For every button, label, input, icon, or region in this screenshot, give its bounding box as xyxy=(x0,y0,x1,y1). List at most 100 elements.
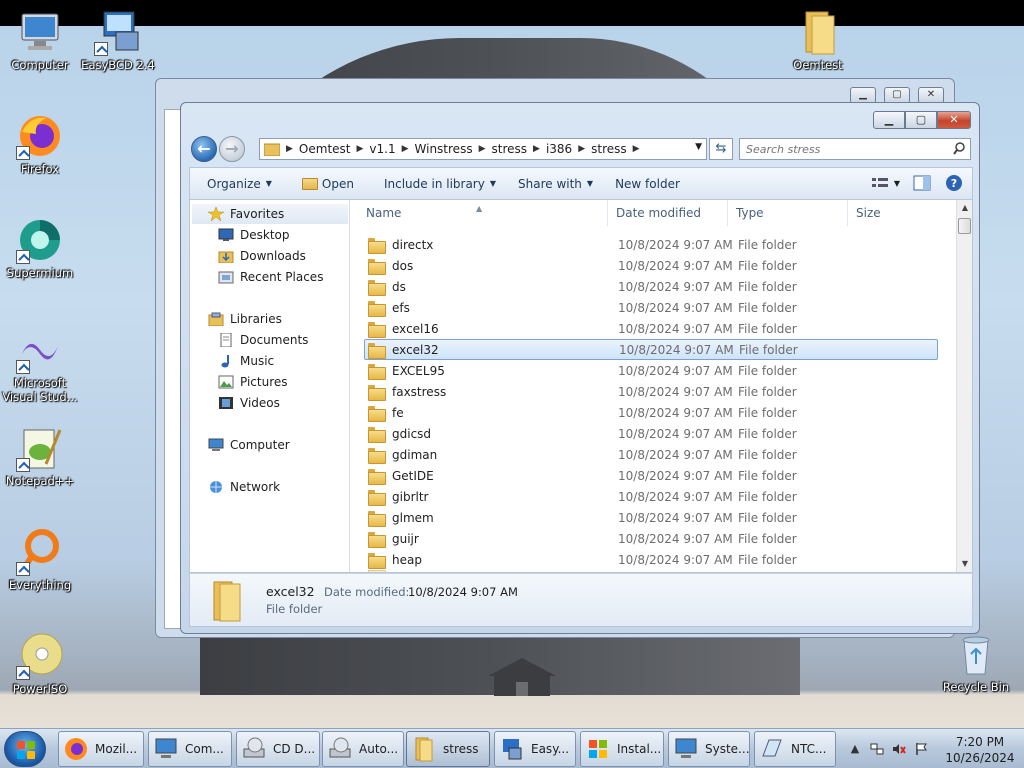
include-in-library-button[interactable]: Include in library ▼ xyxy=(375,169,505,199)
file-name: glmem xyxy=(392,510,434,525)
file-row[interactable]: glmem 10/8/2024 9:07 AM File folder xyxy=(352,507,956,528)
column-name[interactable]: Name ▲ xyxy=(352,200,608,226)
file-row[interactable]: ds 10/8/2024 9:07 AM File folder xyxy=(352,276,956,297)
file-row[interactable]: gibrltr 10/8/2024 9:07 AM File folder xyxy=(352,486,956,507)
file-type: File folder xyxy=(738,321,797,336)
show-hidden-icons-icon[interactable]: ▲ xyxy=(848,742,862,756)
column-type[interactable]: Type xyxy=(728,200,848,226)
breadcrumb-separator-icon[interactable]: ▶ xyxy=(402,144,409,154)
vertical-scrollbar[interactable]: ▲ ▼ xyxy=(956,200,972,572)
windows-start-icon[interactable] xyxy=(4,731,46,767)
taskbar-computer[interactable]: Com... xyxy=(148,731,232,767)
breadcrumb-oemtest[interactable]: Oemtest xyxy=(299,142,351,156)
taskbar-ntc[interactable]: NTC... xyxy=(754,731,836,767)
action-center-flag-icon[interactable] xyxy=(914,742,928,756)
taskbar-easybcd[interactable]: Easy... xyxy=(494,731,576,767)
taskbar-system[interactable]: Syste... xyxy=(668,731,750,767)
new-folder-button[interactable]: New folder xyxy=(606,169,689,199)
file-row[interactable]: efs 10/8/2024 9:07 AM File folder xyxy=(352,297,956,318)
breadcrumb-separator-icon[interactable]: ▶ xyxy=(578,144,585,154)
column-size[interactable]: Size xyxy=(848,200,928,226)
network-tray-icon[interactable] xyxy=(870,742,884,756)
desktop-icon-supermium[interactable]: Supermium xyxy=(0,216,80,280)
view-dropdown-icon[interactable]: ▼ xyxy=(894,179,900,188)
open-button[interactable]: Open xyxy=(293,169,363,199)
help-icon[interactable]: ? xyxy=(944,173,964,193)
nav-pictures[interactable]: Pictures xyxy=(218,372,288,392)
breadcrumb-v1-1[interactable]: v1.1 xyxy=(369,142,395,156)
file-row-selected[interactable]: excel32 10/8/2024 9:07 AM File folder xyxy=(364,339,938,360)
refresh-button[interactable]: ⇆ xyxy=(709,138,733,160)
desktop-icon-oemtest[interactable]: Oemtest xyxy=(778,8,858,72)
breadcrumb-winstress[interactable]: Winstress xyxy=(415,142,473,156)
nav-desktop[interactable]: Desktop xyxy=(218,225,290,245)
minimize-button[interactable]: ▁ xyxy=(873,111,905,129)
breadcrumb-separator-icon[interactable]: ▶ xyxy=(479,144,486,154)
preview-pane-icon[interactable] xyxy=(912,173,932,193)
nav-libraries[interactable]: Libraries xyxy=(208,309,282,329)
volume-muted-icon[interactable] xyxy=(892,742,906,756)
nav-favorites[interactable]: Favorites xyxy=(192,204,348,224)
clock-time[interactable]: 7:20 PM xyxy=(942,735,1018,749)
breadcrumb-separator-icon[interactable]: ▶ xyxy=(286,144,293,154)
file-row[interactable]: heap 10/8/2024 9:07 AM File folder xyxy=(352,549,956,570)
file-row[interactable]: gdicsd 10/8/2024 9:07 AM File folder xyxy=(352,423,956,444)
share-with-button[interactable]: Share with ▼ xyxy=(509,169,602,199)
breadcrumb-i386[interactable]: i386 xyxy=(546,142,572,156)
search-input[interactable] xyxy=(740,139,940,159)
taskbar-cd-drive[interactable]: CD D... xyxy=(236,731,320,767)
desktop-icon-label: PowerISO xyxy=(12,682,68,696)
breadcrumb-separator-icon[interactable]: ▶ xyxy=(633,144,640,154)
file-row[interactable]: directx 10/8/2024 9:07 AM File folder xyxy=(352,234,956,255)
file-row[interactable]: guijr 10/8/2024 9:07 AM File folder xyxy=(352,528,956,549)
desktop-icon-poweriso[interactable]: PowerISO xyxy=(0,632,80,696)
nav-downloads[interactable]: Downloads xyxy=(218,246,306,266)
file-row-partial[interactable] xyxy=(352,570,956,572)
scroll-thumb[interactable] xyxy=(958,218,971,234)
nav-network[interactable]: Network xyxy=(208,477,280,497)
breadcrumb-stress-current[interactable]: stress xyxy=(591,142,627,156)
desktop-icon-recycle-bin[interactable]: Recycle Bin xyxy=(936,630,1016,694)
explorer-window[interactable]: ▁ ▢ ✕ ← → ▶ Oemtest ▶ v1.1 ▶ Winstress ▶… xyxy=(180,102,980,634)
search-icon[interactable] xyxy=(953,142,965,156)
desktop-icon-easybcd[interactable]: EasyBCD 2.4 xyxy=(78,8,158,72)
scroll-up-icon[interactable]: ▲ xyxy=(957,200,972,216)
nav-music[interactable]: Music xyxy=(218,351,274,371)
breadcrumb-separator-icon[interactable]: ▶ xyxy=(356,144,363,154)
nav-videos[interactable]: Videos xyxy=(218,393,280,413)
taskbar-installer[interactable]: Instal... xyxy=(580,731,664,767)
breadcrumb-stress[interactable]: stress xyxy=(492,142,528,156)
file-row[interactable]: fe 10/8/2024 9:07 AM File folder xyxy=(352,402,956,423)
back-button[interactable]: ← xyxy=(191,136,217,162)
desktop-icon-everything[interactable]: Everything xyxy=(0,528,80,592)
desktop-icon-firefox[interactable]: Firefox xyxy=(0,112,80,176)
taskbar-autoplay[interactable]: Auto... xyxy=(322,731,404,767)
file-row[interactable]: GetIDE 10/8/2024 9:07 AM File folder xyxy=(352,465,956,486)
taskbar-stress[interactable]: stress xyxy=(406,731,490,767)
taskbar-label: Com... xyxy=(185,742,224,756)
scroll-down-icon[interactable]: ▼ xyxy=(957,556,972,572)
organize-button[interactable]: Organize ▼ xyxy=(198,169,281,199)
column-date-modified[interactable]: Date modified xyxy=(608,200,728,226)
breadcrumb-separator-icon[interactable]: ▶ xyxy=(533,144,540,154)
file-row[interactable]: EXCEL95 10/8/2024 9:07 AM File folder xyxy=(352,360,956,381)
address-bar[interactable]: ▶ Oemtest ▶ v1.1 ▶ Winstress ▶ stress ▶ … xyxy=(259,138,707,160)
desktop-icon-visual-studio[interactable]: Microsoft Visual Stud... xyxy=(0,326,80,404)
file-row[interactable]: excel16 10/8/2024 9:07 AM File folder xyxy=(352,318,956,339)
forward-button[interactable]: → xyxy=(219,136,245,162)
maximize-button[interactable]: ▢ xyxy=(905,111,937,129)
address-dropdown-icon[interactable]: ▼ xyxy=(695,142,702,152)
desktop-icon-computer[interactable]: Computer xyxy=(0,8,80,72)
file-row[interactable]: faxstress 10/8/2024 9:07 AM File folder xyxy=(352,381,956,402)
close-button[interactable]: ✕ xyxy=(937,111,971,129)
nav-computer[interactable]: Computer xyxy=(208,435,290,455)
nav-documents[interactable]: Documents xyxy=(218,330,308,350)
clock-date[interactable]: 10/26/2024 xyxy=(942,751,1018,765)
taskbar-firefox[interactable]: Mozil... xyxy=(58,731,144,767)
star-icon xyxy=(208,207,224,221)
nav-recent-places[interactable]: Recent Places xyxy=(218,267,323,287)
file-row[interactable]: gdiman 10/8/2024 9:07 AM File folder xyxy=(352,444,956,465)
desktop-icon-notepadpp[interactable]: Notepad++ xyxy=(0,424,80,488)
file-row[interactable]: dos 10/8/2024 9:07 AM File folder xyxy=(352,255,956,276)
view-options-icon[interactable] xyxy=(870,173,890,193)
